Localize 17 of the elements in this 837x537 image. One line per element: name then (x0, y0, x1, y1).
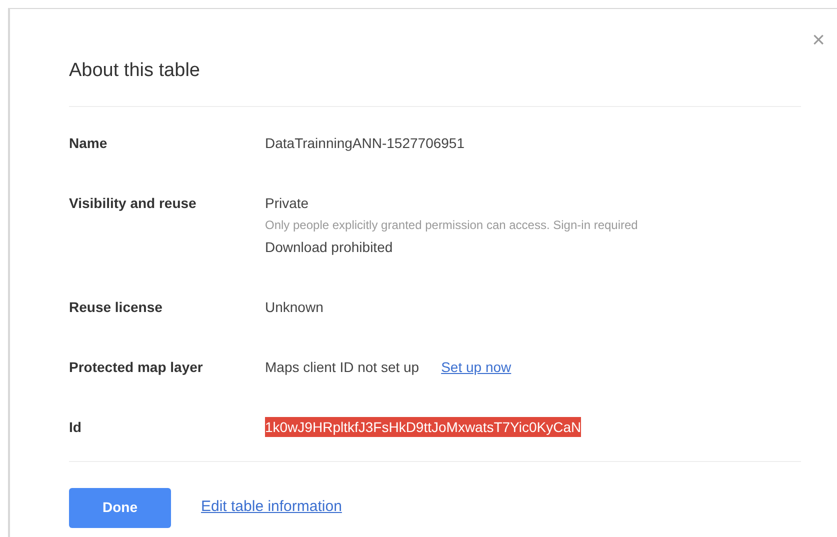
dialog-title: About this table (69, 60, 200, 81)
done-button[interactable]: Done (69, 488, 171, 528)
close-button[interactable]: × (812, 29, 825, 51)
field-value: Download prohibited (265, 238, 393, 256)
edit-table-link[interactable]: Edit table information (201, 496, 342, 519)
field-label: Id (69, 418, 82, 436)
field-label: Visibility and reuse (69, 194, 198, 213)
field-value: Unknown (265, 298, 324, 316)
field-label: Reuse license (69, 298, 164, 316)
field-value: 1k0wJ9HRpltkfJ3FsHkD9ttJoMxwatsT7Yic0KyCaN (265, 416, 582, 436)
field-value: DataTrainningANN-1527706951 (265, 134, 464, 152)
field-label: Name (69, 134, 108, 152)
field-value: Maps client ID not set up (265, 358, 420, 376)
setup-link[interactable]: Set up now (441, 356, 512, 376)
field-value: Private (265, 194, 309, 212)
field-note: Only people explicitly granted permission can access. Sign-in required (265, 216, 638, 232)
field-label: Protected map layer (69, 358, 204, 376)
